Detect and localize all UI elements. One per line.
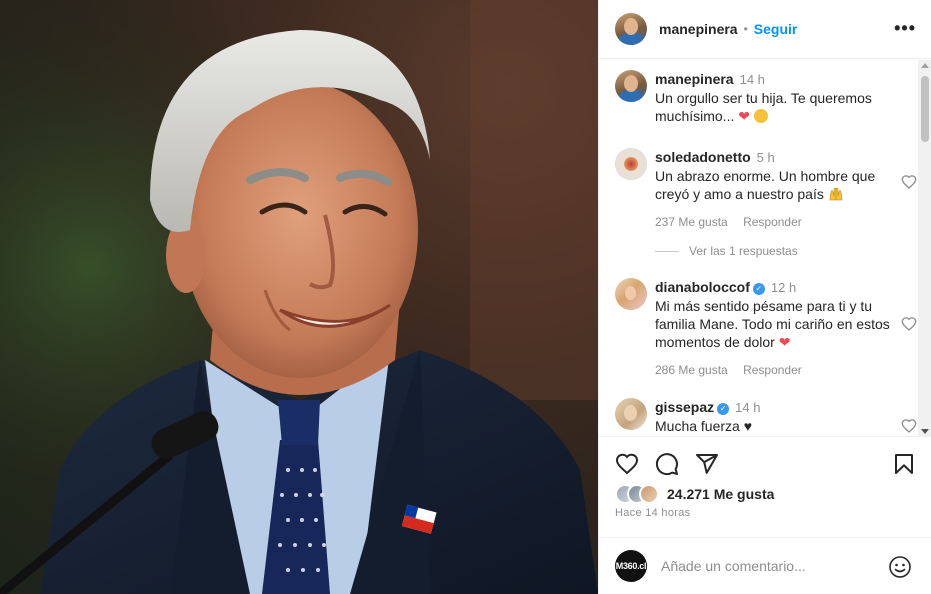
post-actions-bar xyxy=(615,452,916,478)
raised-hands-emoji-icon xyxy=(829,187,843,201)
header-separator: • xyxy=(743,22,748,36)
comment-text: Mi más sentido pésame para ti y tu famil… xyxy=(655,298,890,350)
reply-button[interactable]: Responder xyxy=(743,215,802,229)
commenter-username[interactable]: soledadonetto xyxy=(655,149,751,165)
scroll-down-arrow-icon[interactable] xyxy=(921,429,929,434)
black-heart-emoji-icon: ♥ xyxy=(743,418,753,434)
verified-badge-icon: ✓ xyxy=(717,403,730,415)
like-comment-heart-icon[interactable] xyxy=(901,418,917,434)
caption-avatar[interactable] xyxy=(615,70,647,102)
owner-avatar[interactable] xyxy=(615,13,647,45)
comment-time[interactable]: 5 h xyxy=(757,150,775,165)
post-photo[interactable] xyxy=(0,0,598,594)
like-comment-heart-icon[interactable] xyxy=(901,174,917,190)
red-heart-emoji-icon: ❤ xyxy=(778,334,791,350)
add-comment-input[interactable] xyxy=(661,558,881,574)
view-replies-label[interactable]: Ver las 1 respuestas xyxy=(689,244,798,258)
comment-item: dianaboloccof ✓ 12 h Mi más sentido pésame… xyxy=(615,278,917,379)
comment-text: Mucha fuerza xyxy=(655,418,740,434)
viewer-avatar-label: M360.cl xyxy=(615,561,647,571)
commenter-username[interactable]: dianaboloccof xyxy=(655,279,750,295)
bookmark-icon[interactable] xyxy=(892,452,916,476)
comments-scrollbar[interactable] xyxy=(918,60,931,436)
likes-summary[interactable]: 24.271 Me gusta xyxy=(615,484,774,504)
comment-icon[interactable] xyxy=(655,452,679,476)
commenter-avatar[interactable] xyxy=(615,398,647,430)
caption-time[interactable]: 14 h xyxy=(740,72,765,87)
heart-icon[interactable] xyxy=(615,452,639,476)
red-heart-emoji-icon: ❤ xyxy=(738,108,750,124)
comment-item: soledadonetto 5 h Un abrazo enorme. Un ho… xyxy=(615,148,917,231)
reply-button[interactable]: Responder xyxy=(743,363,802,377)
view-replies-button[interactable]: Ver las 1 respuestas xyxy=(655,244,798,258)
caption: manepinera 14 h Un orgullo ser tu hija. T… xyxy=(615,70,905,125)
comment-time[interactable]: 12 h xyxy=(771,280,796,295)
owner-username[interactable]: manepinera xyxy=(659,21,738,37)
like-comment-heart-icon[interactable] xyxy=(901,316,917,332)
comment-likes[interactable]: 237 Me gusta xyxy=(655,215,728,229)
commenter-avatar[interactable] xyxy=(615,278,647,310)
add-comment-bar: M360.cl xyxy=(599,537,931,594)
post-timestamp[interactable]: Hace 14 horas xyxy=(615,507,690,519)
comment-likes[interactable]: 286 Me gusta xyxy=(655,363,728,377)
post-side-panel: manepinera • Seguir ••• manepinera 14 h U… xyxy=(598,0,931,594)
emoji-icon[interactable] xyxy=(888,555,912,579)
share-icon[interactable] xyxy=(695,452,719,476)
comment-time[interactable]: 14 h xyxy=(735,400,760,415)
caption-username[interactable]: manepinera xyxy=(655,71,734,87)
comments-list[interactable]: manepinera 14 h Un orgullo ser tu hija. T… xyxy=(599,60,931,437)
verified-badge-icon: ✓ xyxy=(752,283,765,295)
follow-button[interactable]: Seguir xyxy=(754,21,798,37)
post-photo-illustration xyxy=(0,0,598,594)
commenter-username[interactable]: gissepaz xyxy=(655,399,714,415)
likes-count[interactable]: 24.271 Me gusta xyxy=(667,486,774,502)
comment-item: gissepaz ✓ 14 h Mucha fuerza ♥ xyxy=(615,398,917,435)
scrollbar-thumb[interactable] xyxy=(921,76,929,142)
post-header: manepinera • Seguir ••• xyxy=(599,0,931,59)
liker-avatar xyxy=(639,484,659,504)
more-options-icon[interactable]: ••• xyxy=(894,18,916,39)
commenter-avatar[interactable] xyxy=(615,148,647,180)
viewer-avatar[interactable]: M360.cl xyxy=(615,550,647,582)
scroll-up-arrow-icon[interactable] xyxy=(921,63,929,68)
sad-face-emoji-icon xyxy=(753,109,768,123)
replies-divider-line xyxy=(655,250,679,252)
